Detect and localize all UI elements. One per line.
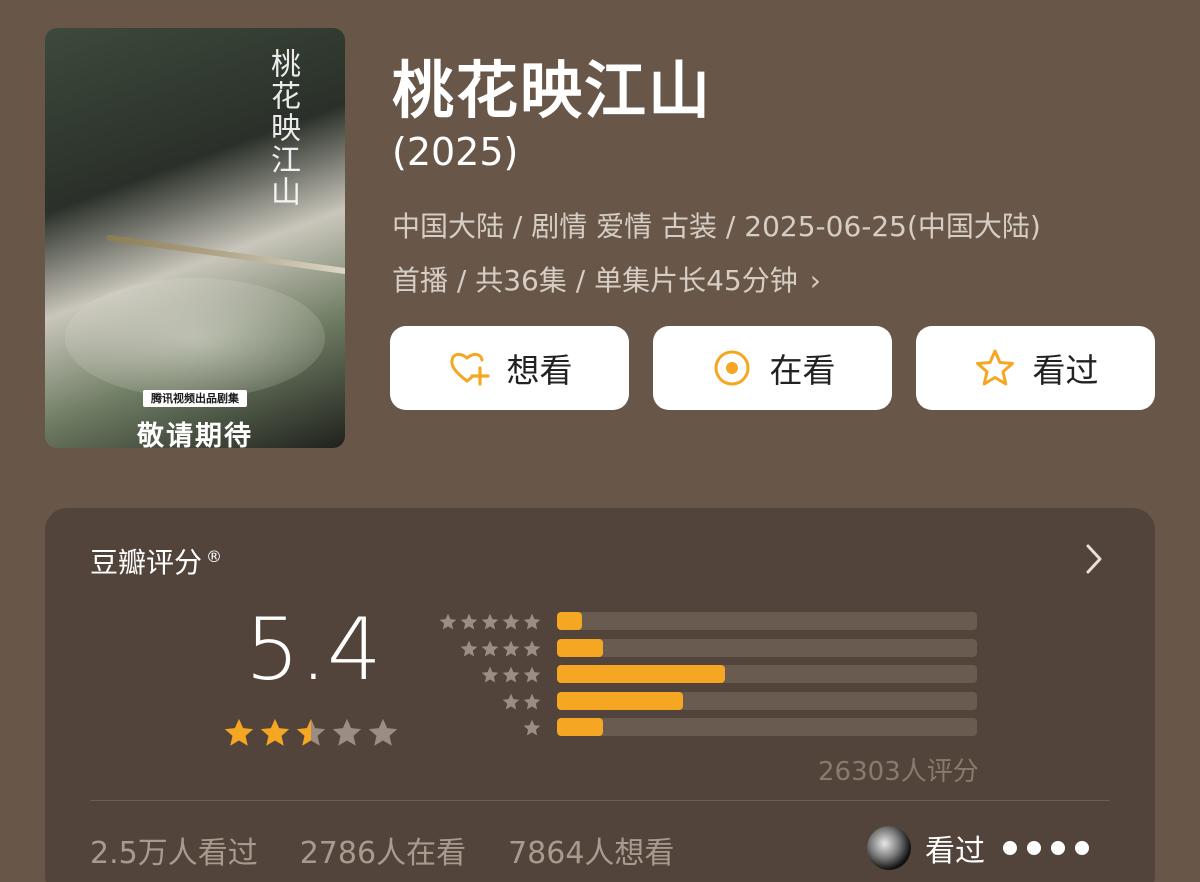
- poster-calligraphy: 桃花映江山: [265, 48, 300, 208]
- distribution-track: [557, 612, 977, 630]
- star-filled-icon: [224, 718, 254, 746]
- target-icon: [714, 350, 749, 386]
- star-small-icon: [460, 640, 478, 656]
- distribution-bar: [557, 638, 604, 657]
- star-outline-icon: [975, 349, 1014, 386]
- rating-stars: [222, 716, 400, 750]
- divider: [90, 800, 1110, 801]
- watching-button[interactable]: 在看: [653, 326, 892, 410]
- star-half-icon: [296, 718, 326, 746]
- friend-watched[interactable]: 看过: [867, 826, 1089, 870]
- star-filled-icon: [260, 718, 290, 746]
- avatar-dot: [1051, 841, 1065, 855]
- friend-watched-label: 看过: [925, 834, 985, 869]
- want-to-watch-button[interactable]: 想看: [390, 326, 629, 410]
- star-small-icon: [523, 666, 541, 683]
- star-empty-icon: [332, 718, 362, 746]
- row-stars: [522, 718, 542, 738]
- rating-card[interactable]: 豆瓣评分 ® 5.4 26303人评分 2.5万人看过 2786人在看 7864…: [45, 508, 1155, 882]
- avatar-dot: [1003, 841, 1017, 855]
- distribution-track: [557, 665, 977, 683]
- distribution-bar: [557, 612, 583, 630]
- chevron-right-icon[interactable]: [1083, 542, 1105, 576]
- poster-caption-top: 腾讯视频出品剧集: [45, 390, 345, 407]
- star-small-icon: [502, 693, 520, 709]
- avatar-dot: [1027, 841, 1041, 855]
- more-avatars: [1003, 841, 1089, 855]
- star-small-icon: [481, 666, 499, 683]
- row-stars: [438, 612, 542, 632]
- distribution-bar: [557, 665, 725, 683]
- want-to-watch-label: 想看: [506, 351, 573, 390]
- heart-plus-icon: [449, 352, 490, 386]
- rating-score: 5.4: [245, 600, 382, 700]
- avatar: [867, 826, 911, 870]
- distribution-track: [557, 718, 977, 736]
- registered-mark: ®: [206, 546, 223, 566]
- star-small-icon: [523, 613, 541, 630]
- stat-want[interactable]: 7864人想看: [508, 828, 674, 872]
- row-stars: [501, 692, 542, 712]
- distribution-track: [557, 691, 977, 710]
- release-year: (2025): [392, 130, 519, 174]
- star-empty-icon: [368, 718, 398, 746]
- poster-caption-main: 敬请期待: [137, 421, 253, 448]
- stat-watching[interactable]: 2786人在看: [300, 828, 466, 872]
- meta-line-1[interactable]: 中国大陆 / 剧情 爱情 古装 / 2025-06-25(中国大陆): [392, 205, 1041, 245]
- poster-sword: [105, 234, 345, 280]
- star-small-icon: [523, 693, 541, 709]
- poster-glow: [65, 278, 325, 398]
- distribution-bar: [557, 691, 683, 710]
- poster-caption-top-text: 腾讯视频出品剧集: [143, 390, 247, 407]
- star-small-icon: [523, 719, 541, 736]
- row-stars: [459, 639, 542, 659]
- watching-label: 在看: [769, 351, 836, 390]
- star-small-icon: [460, 613, 478, 630]
- page-title: 桃花映江山: [392, 54, 713, 127]
- rating-votes[interactable]: 26303人评分: [818, 751, 979, 788]
- poster-image[interactable]: 桃花映江山 腾讯视频出品剧集 敬请期待: [45, 28, 345, 448]
- avatar-dot: [1075, 841, 1089, 855]
- distribution-bar: [557, 718, 604, 736]
- rating-title: 豆瓣评分 ®: [90, 541, 222, 581]
- star-small-icon: [502, 613, 520, 630]
- star-small-icon: [523, 640, 541, 656]
- star-small-icon: [439, 613, 457, 630]
- watched-label: 看过: [1032, 351, 1099, 390]
- star-small-icon: [481, 613, 499, 630]
- meta-line-2[interactable]: 首播 / 共36集 / 单集片长45分钟 ›: [392, 259, 821, 299]
- meta-line-2-text: 首播 / 共36集 / 单集片长45分钟: [392, 264, 798, 297]
- stat-watched[interactable]: 2.5万人看过: [90, 828, 258, 872]
- star-small-icon: [481, 640, 499, 656]
- distribution-track: [557, 638, 977, 657]
- star-small-icon: [502, 640, 520, 656]
- stats-row: 2.5万人看过 2786人在看 7864人想看: [90, 828, 674, 872]
- watched-button[interactable]: 看过: [916, 326, 1155, 410]
- row-stars: [480, 665, 542, 685]
- star-small-icon: [502, 666, 520, 683]
- rating-title-text: 豆瓣评分: [90, 546, 203, 579]
- chevron-right-icon: ›: [809, 264, 821, 297]
